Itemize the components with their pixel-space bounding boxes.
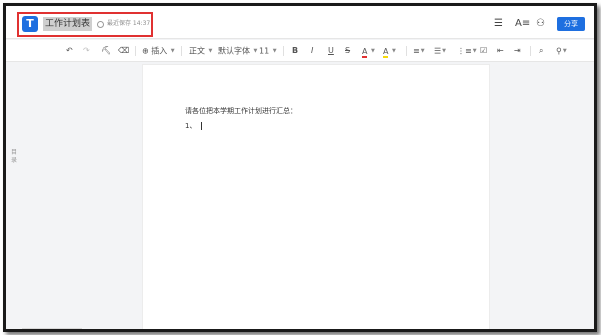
collaborator-icon[interactable]: ⚇	[536, 18, 545, 30]
chevron-down-icon: ▼	[371, 48, 375, 54]
location-pin-icon: ⚲	[556, 46, 562, 56]
indent-decrease-icon[interactable]: ⇤	[497, 45, 504, 57]
location-button[interactable]: ⚲▼	[556, 45, 567, 57]
chevron-down-icon: ▼	[272, 48, 277, 54]
list-item-number: 1、	[185, 122, 197, 130]
font-color-icon: A	[362, 46, 368, 58]
share-button[interactable]: 分享	[557, 17, 585, 31]
align-button[interactable]: ≡▼	[413, 45, 425, 57]
paragraph-style-value: 正文	[189, 46, 205, 56]
insert-label: 插入	[151, 46, 168, 56]
align-left-icon: ≡	[413, 46, 420, 56]
highlight-icon: A	[383, 46, 389, 58]
save-status: 最近保存 14:37	[107, 20, 151, 27]
numbered-list-button[interactable]: ⋮≡▼	[457, 45, 477, 57]
italic-button[interactable]: I	[311, 45, 313, 57]
strikethrough-button[interactable]: S	[345, 45, 350, 57]
numbered-list-icon: ⋮≡	[457, 46, 472, 56]
header-bar: T 工作计划表 最近保存 14:37 ☰ A≡ ⚇ 分享	[6, 6, 594, 39]
document-page[interactable]: 请各位把本学期工作计划进行汇总： 1、	[142, 64, 490, 329]
font-family-select[interactable]: 默认字体 ▼	[218, 45, 257, 57]
font-size-select[interactable]: 11 ▼	[259, 45, 277, 57]
insert-button[interactable]: ⊕ 插入 ▼	[142, 45, 175, 57]
font-size-value: 11	[259, 46, 270, 56]
redo-icon[interactable]: ↷	[83, 45, 90, 57]
line-spacing-button[interactable]: ☰▼	[434, 45, 446, 57]
paragraph-style-select[interactable]: 正文 ▼	[189, 45, 212, 57]
status-bar-fragment	[22, 328, 82, 329]
chevron-down-icon: ▼	[420, 48, 425, 54]
document-title[interactable]: 工作计划表	[43, 17, 93, 31]
document-text-line[interactable]: 请各位把本学期工作计划进行汇总：	[185, 106, 297, 116]
text-style-icon[interactable]: A≡	[515, 18, 530, 30]
clock-icon	[97, 21, 104, 28]
outline-tab[interactable]: 目录	[10, 149, 18, 165]
chevron-down-icon: ▼	[208, 48, 213, 54]
undo-icon[interactable]: ↶	[66, 45, 73, 57]
font-family-value: 默认字体	[218, 46, 250, 56]
underline-button[interactable]: U	[328, 45, 334, 57]
search-icon[interactable]: ⌕	[539, 45, 543, 57]
clear-format-icon[interactable]: ⌫	[118, 45, 129, 57]
toolbar-divider	[283, 46, 284, 56]
toolbar-divider	[530, 46, 531, 56]
toolbar-divider	[406, 46, 407, 56]
format-painter-icon[interactable]: ⛏	[101, 45, 111, 57]
document-list-item[interactable]: 1、	[185, 121, 203, 131]
bold-button[interactable]: B	[292, 45, 298, 57]
line-spacing-icon: ☰	[434, 46, 442, 56]
chevron-down-icon: ▼	[170, 48, 175, 54]
text-cursor	[201, 122, 203, 130]
chevron-down-icon: ▼	[562, 48, 567, 54]
app-logo[interactable]: T	[22, 16, 38, 32]
font-color-button[interactable]: A ▼	[362, 45, 375, 58]
toolbar-divider	[135, 46, 136, 56]
chevron-down-icon: ▼	[253, 48, 258, 54]
app-window: T 工作计划表 最近保存 14:37 ☰ A≡ ⚇ 分享 ↶ ↷ ⛏ ⌫ ⊕ 插…	[3, 3, 597, 332]
plus-circle-icon: ⊕	[142, 46, 149, 56]
chevron-down-icon: ▼	[442, 48, 447, 54]
chevron-down-icon: ▼	[472, 48, 477, 54]
format-toolbar: ↶ ↷ ⛏ ⌫ ⊕ 插入 ▼ 正文 ▼ 默认字体 ▼ 11 ▼ B I U S …	[6, 40, 594, 62]
toolbar-divider	[181, 46, 182, 56]
checklist-button[interactable]: ☑	[480, 45, 487, 57]
chevron-down-icon: ▼	[392, 48, 396, 54]
indent-increase-icon[interactable]: ⇥	[514, 45, 521, 57]
menu-icon[interactable]: ☰	[494, 18, 503, 30]
highlight-button[interactable]: A ▼	[383, 45, 396, 58]
